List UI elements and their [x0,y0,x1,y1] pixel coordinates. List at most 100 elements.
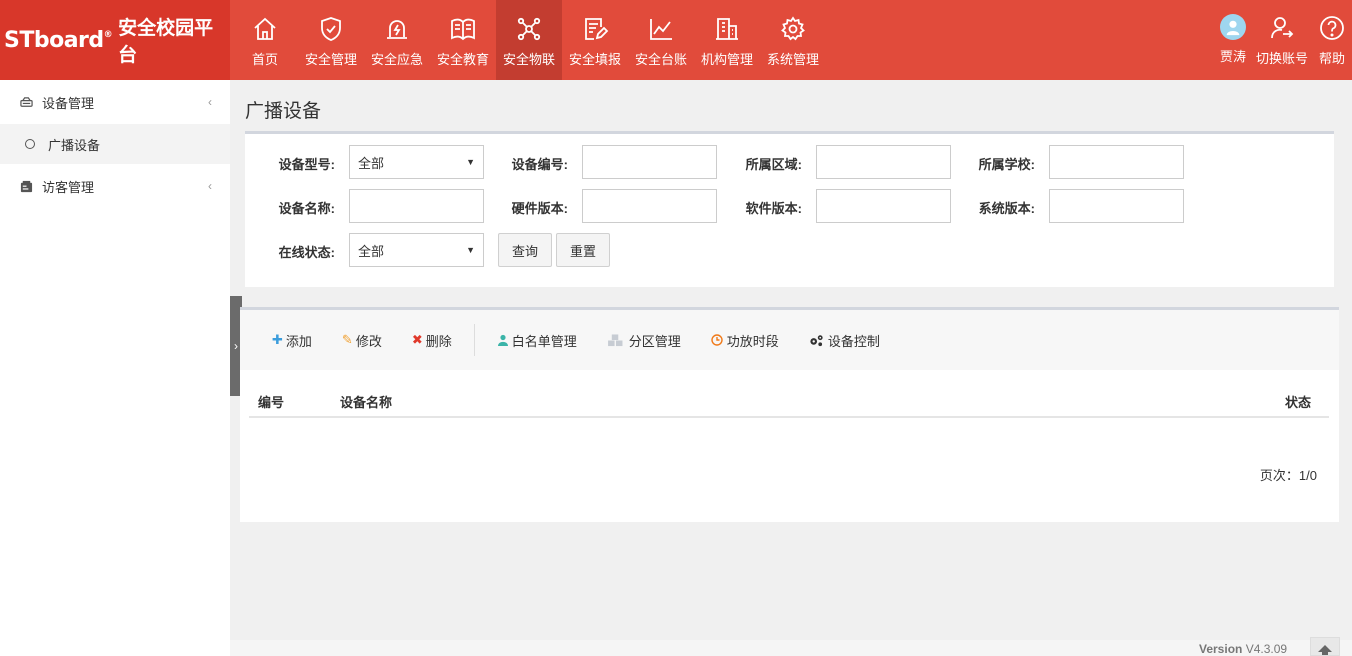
table-header: 编号 设备名称 状态 [249,388,1329,418]
device-name-input[interactable] [349,189,484,223]
shield-check-icon [321,17,341,41]
app-name: 安全校园平台 [118,18,214,66]
network-nodes-icon [517,17,541,41]
sidebar-item-device-management[interactable]: 设备管理 ‹ [0,80,230,124]
help-button[interactable]: 帮助 [1318,0,1346,80]
chevron-right-icon: › [234,339,238,353]
switch-account-button[interactable]: 切换账号 [1256,0,1308,80]
hw-version-label: 硬件版本: [511,201,568,216]
reset-button[interactable]: 重置 [556,233,610,267]
column-header-id[interactable]: 编号 [258,392,284,411]
schedule-button[interactable]: 功放时段 [711,331,779,350]
nav-safety-management[interactable]: 安全管理 [298,0,364,80]
avatar [1219,14,1246,40]
sys-version-input[interactable] [1049,189,1184,223]
scroll-to-top-button[interactable] [1310,637,1340,656]
emergency-light-icon [387,20,407,39]
online-status-value: 全部 [358,243,385,259]
plus-icon: ✚ [272,332,283,347]
nav-safety-ledger[interactable]: 安全台账 [628,0,694,80]
sidebar-item-label: 设备管理 [42,95,95,111]
add-label: 添加 [285,333,312,349]
region-label: 所属区域: [745,157,802,172]
chevron-down-icon: ▼ [466,157,475,167]
sidebar-item-visitor-management[interactable]: 访客管理 ‹ [0,164,230,208]
zone-label: 分区管理 [628,333,681,349]
home-icon [254,17,276,40]
device-icon [20,96,33,107]
user-name: 贾涛 [1219,49,1246,64]
online-status-select[interactable]: 全部 ▼ [349,233,484,267]
line-chart-icon [650,19,672,40]
delete-button[interactable]: ✖ 删除 [412,331,452,350]
device-control-label: 设备控制 [827,333,880,349]
gears-icon [810,334,823,346]
toolbar-divider [473,324,475,356]
switch-user-icon [1271,17,1294,39]
form-edit-icon [585,18,609,40]
sidebar: 设备管理 ‹ 广播设备 访客管理 ‹ [0,80,230,656]
school-input[interactable] [1049,145,1184,179]
nav-safety-emergency[interactable]: 安全应急 [364,0,430,80]
version-info: Version V4.3.09 [1199,642,1287,656]
brand-logo[interactable]: STboard® 安全校园平台 [0,0,230,80]
user-tools: 贾涛 切换账号 帮助 [1210,0,1346,80]
column-header-status[interactable]: 状态 [1285,392,1311,411]
nav-label: 安全物联 [502,52,555,67]
nav-label: 安全应急 [370,52,423,67]
nav-label: 安全教育 [436,52,489,67]
building-icon [716,18,738,40]
version-label: Version [1199,642,1243,656]
circle-icon [25,139,35,149]
help-label: 帮助 [1318,51,1345,66]
version-value: V4.3.09 [1245,642,1288,656]
sw-version-label: 软件版本: [745,201,802,216]
footer-bar [230,640,1352,656]
device-list-panel: ✚ 添加 ✎ 修改 ✖ 删除 白名单管理 分区管理 功放时段 设备控制 编号 设… [240,307,1339,522]
sys-version-label: 系统版本: [978,201,1035,216]
user-avatar-icon [1226,20,1240,36]
nav-home[interactable]: 首页 [232,0,298,80]
logo-brand-text: STboard® [4,27,113,53]
sidebar-item-label: 访客管理 [42,179,95,195]
whitelist-label: 白名单管理 [511,333,577,349]
cubes-icon [607,333,623,346]
filter-panel: 设备型号: 全部 ▼ 设备编号: 所属区域: 所属学校: 设备名称: 硬件版本:… [245,131,1334,287]
region-input[interactable] [816,145,951,179]
pagination-info: 页次：1/0 [1259,468,1317,483]
schedule-label: 功放时段 [726,333,779,349]
device-no-input[interactable] [582,145,717,179]
close-icon: ✖ [411,332,423,347]
nav-safety-education[interactable]: 安全教育 [430,0,496,80]
sw-version-input[interactable] [816,189,951,223]
sidebar-item-broadcast-device[interactable]: 广播设备 [0,124,230,164]
online-status-label: 在线状态: [278,245,335,260]
query-button[interactable]: 查询 [498,233,552,267]
delete-label: 删除 [425,333,452,349]
gear-icon [781,16,805,41]
edit-button[interactable]: ✎ 修改 [342,331,382,350]
book-icon [451,18,475,41]
device-control-button[interactable]: 设备控制 [809,331,880,350]
whitelist-button[interactable]: 白名单管理 [497,331,577,350]
nav-label: 首页 [251,52,278,67]
nav-label: 机构管理 [700,52,753,67]
user-profile[interactable]: 贾涛 [1219,0,1246,80]
column-header-device-name[interactable]: 设备名称 [340,392,392,411]
sidebar-item-label: 广播设备 [48,137,101,153]
nav-safety-report[interactable]: 安全填报 [562,0,628,80]
visitor-icon [20,180,33,192]
pencil-icon: ✎ [341,332,353,347]
device-type-select[interactable]: 全部 ▼ [349,145,484,179]
nav-label: 安全台账 [634,52,687,67]
list-toolbar: ✚ 添加 ✎ 修改 ✖ 删除 白名单管理 分区管理 功放时段 设备控制 [240,310,1339,370]
add-button[interactable]: ✚ 添加 [272,331,312,350]
chevron-down-icon: ▼ [466,245,475,255]
nav-system-management[interactable]: 系统管理 [760,0,826,80]
switch-account-label: 切换账号 [1255,51,1308,66]
nav-safety-iot[interactable]: 安全物联 [496,0,562,80]
device-name-label: 设备名称: [278,201,335,216]
nav-org-management[interactable]: 机构管理 [694,0,760,80]
zone-button[interactable]: 分区管理 [607,331,681,350]
hw-version-input[interactable] [582,189,717,223]
